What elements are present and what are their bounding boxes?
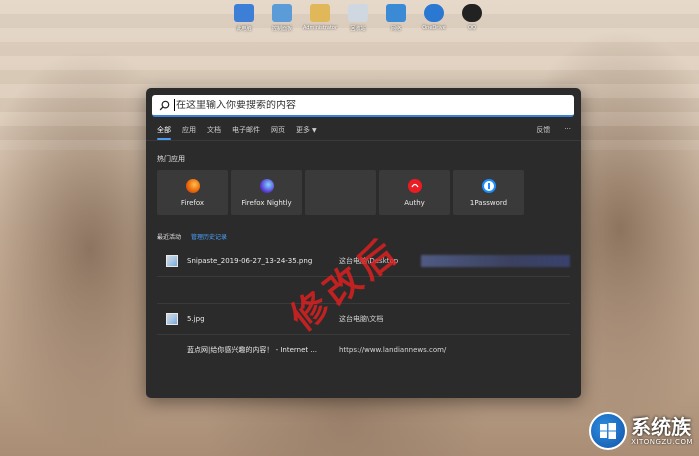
list-item[interactable]: 5.jpg 这台电脑\文档	[157, 304, 570, 335]
list-item[interactable]: 蓝点网|给你感兴趣的内容！ - Internet ... https://www…	[157, 335, 570, 365]
app-tile-firefox[interactable]: Firefox	[157, 170, 228, 215]
top-apps-title: 热门应用	[157, 155, 185, 163]
image-file-icon	[166, 255, 178, 267]
logo-url: XITONGZU.COM	[631, 438, 693, 446]
recycle-bin-icon	[348, 4, 368, 22]
tabs-divider	[146, 140, 581, 141]
recent-header: 最近活动 管理历史记录	[157, 232, 227, 241]
desktop-icon-control-panel[interactable]: 控制面板	[263, 2, 301, 32]
desktop-icon-onedrive[interactable]: OneDrive	[415, 2, 453, 32]
control-panel-icon	[272, 4, 292, 22]
authy-icon	[407, 178, 422, 193]
search-tabs: 全部 应用 文档 电子邮件 网页 更多 ▼	[157, 125, 328, 140]
search-box[interactable]	[152, 95, 574, 117]
tab-documents[interactable]: 文档	[207, 125, 221, 140]
desktop-icon-qq[interactable]: QQ	[453, 2, 491, 32]
recent-title: 最近活动	[157, 234, 182, 241]
app-tile-firefox-nightly[interactable]: Firefox Nightly	[231, 170, 302, 215]
chevron-down-icon: ▼	[312, 127, 317, 134]
search-input[interactable]	[176, 99, 556, 111]
app-tile-authy[interactable]: Authy	[379, 170, 450, 215]
app-tile-empty[interactable]	[305, 170, 376, 215]
network-icon	[386, 4, 406, 22]
tab-apps[interactable]: 应用	[182, 125, 196, 140]
tab-email[interactable]: 电子邮件	[232, 125, 260, 140]
firefox-nightly-icon	[259, 178, 274, 193]
user-folder-icon	[310, 4, 330, 22]
windows-logo-icon	[589, 412, 628, 450]
feedback-button[interactable]: 反馈	[536, 125, 550, 135]
tab-web[interactable]: 网页	[271, 125, 285, 140]
computer-icon	[234, 4, 254, 22]
app-tile-1password[interactable]: 1Password	[453, 170, 524, 215]
tab-all[interactable]: 全部	[157, 125, 171, 140]
qq-icon	[462, 4, 482, 22]
desktop-icons: 此电脑 控制面板 Administrator 回收站 网络 OneDrive Q…	[225, 2, 491, 32]
desktop-icon-computer[interactable]: 此电脑	[225, 2, 263, 32]
manage-history-link[interactable]: 管理历史记录	[191, 232, 227, 241]
site-logo: 系统族 XITONGZU.COM	[589, 412, 693, 450]
desktop-icon-network[interactable]: 网络	[377, 2, 415, 32]
search-icon	[158, 99, 170, 111]
onedrive-icon	[424, 4, 444, 22]
tab-more[interactable]: 更多 ▼	[296, 125, 317, 140]
more-options-button[interactable]: ···	[564, 125, 571, 135]
tabs-right: 反馈 ···	[536, 125, 571, 135]
top-apps-grid: Firefox Firefox Nightly Authy 1Password	[157, 170, 527, 215]
desktop-icon-recycle-bin[interactable]: 回收站	[339, 2, 377, 32]
image-file-icon	[166, 313, 178, 325]
onepassword-icon	[481, 178, 496, 193]
text-caret	[174, 99, 175, 111]
firefox-icon	[185, 178, 200, 193]
blurred-region	[421, 255, 570, 267]
desktop-icon-user-folder[interactable]: Administrator	[301, 2, 339, 32]
logo-text: 系统族	[631, 415, 692, 439]
